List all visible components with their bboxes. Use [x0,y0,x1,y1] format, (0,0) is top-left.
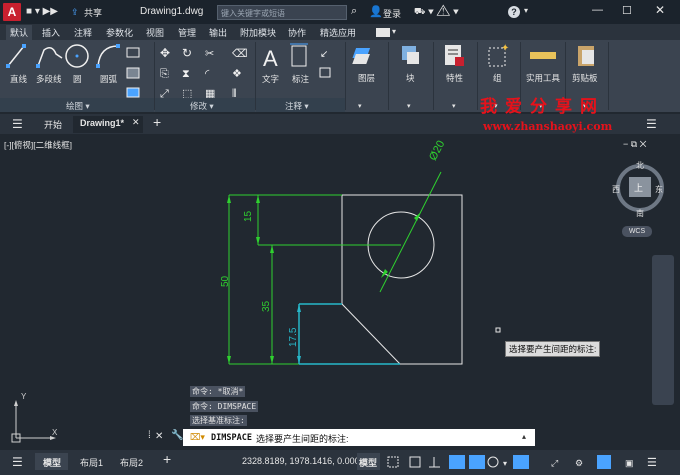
svg-text:▾: ▾ [503,459,507,468]
drawing-canvas [11,164,670,443]
history-line: 命令: DIMSPACE [190,401,259,412]
dim-text-35: 35 [261,300,272,312]
command-grip-icon[interactable]: ⁞ [148,430,151,441]
tab-layout2[interactable]: 布局2 [120,456,143,469]
part-outline [341,194,463,365]
command-prompt-icon: ⌧▾ [190,432,205,442]
dim-text-175: 17.5 [288,327,299,347]
dynamic-input-tooltip: 选择要产生间距的标注: [505,341,601,357]
layouts-menu-icon[interactable]: ☰ [12,455,23,469]
dim-text-50: 50 [220,275,231,287]
viewcube-north[interactable]: 北 [636,160,644,171]
history-line: 选择基准标注: [190,415,247,426]
model-tab-label: 模型 [43,458,62,468]
navigation-bar[interactable] [652,255,674,405]
close-command-icon[interactable]: ✕ [155,431,163,442]
model-space-label: 模型 [359,458,378,468]
viewcube-top-face[interactable]: 上 [634,181,643,194]
command-name: DIMSPACE [211,433,252,443]
command-history-dropdown[interactable]: ▴ [522,432,526,441]
status-toggles[interactable]: ▾ ⤢ ⚙ ▣ ☰ [385,452,675,472]
ucs-x-label: X [52,428,58,437]
ucs-y-label: Y [21,392,27,401]
viewcube-east[interactable]: 东 [655,184,663,195]
dim-text-15: 15 [243,210,254,222]
svg-text:⤢: ⤢ [550,458,558,468]
svg-text:⚙: ⚙ [575,458,583,468]
viewcube-south[interactable]: 南 [636,208,644,219]
command-prompt-text: 选择要产生间距的标注: [256,434,349,444]
cursor-pickbox [495,327,501,333]
add-layout-button[interactable]: + [163,451,171,467]
customize-icon[interactable]: 🔧 [171,430,183,441]
viewcube-west[interactable]: 西 [612,184,620,195]
tab-layout1[interactable]: 布局1 [80,456,103,469]
wcs-button[interactable]: WCS [622,226,652,237]
svg-text:☰: ☰ [647,457,657,469]
coordinates-readout[interactable]: 2328.8189, 1978.1416, 0.0000 [242,456,365,466]
svg-text:▣: ▣ [625,458,634,468]
history-line: 命令: *取消* [190,386,246,397]
